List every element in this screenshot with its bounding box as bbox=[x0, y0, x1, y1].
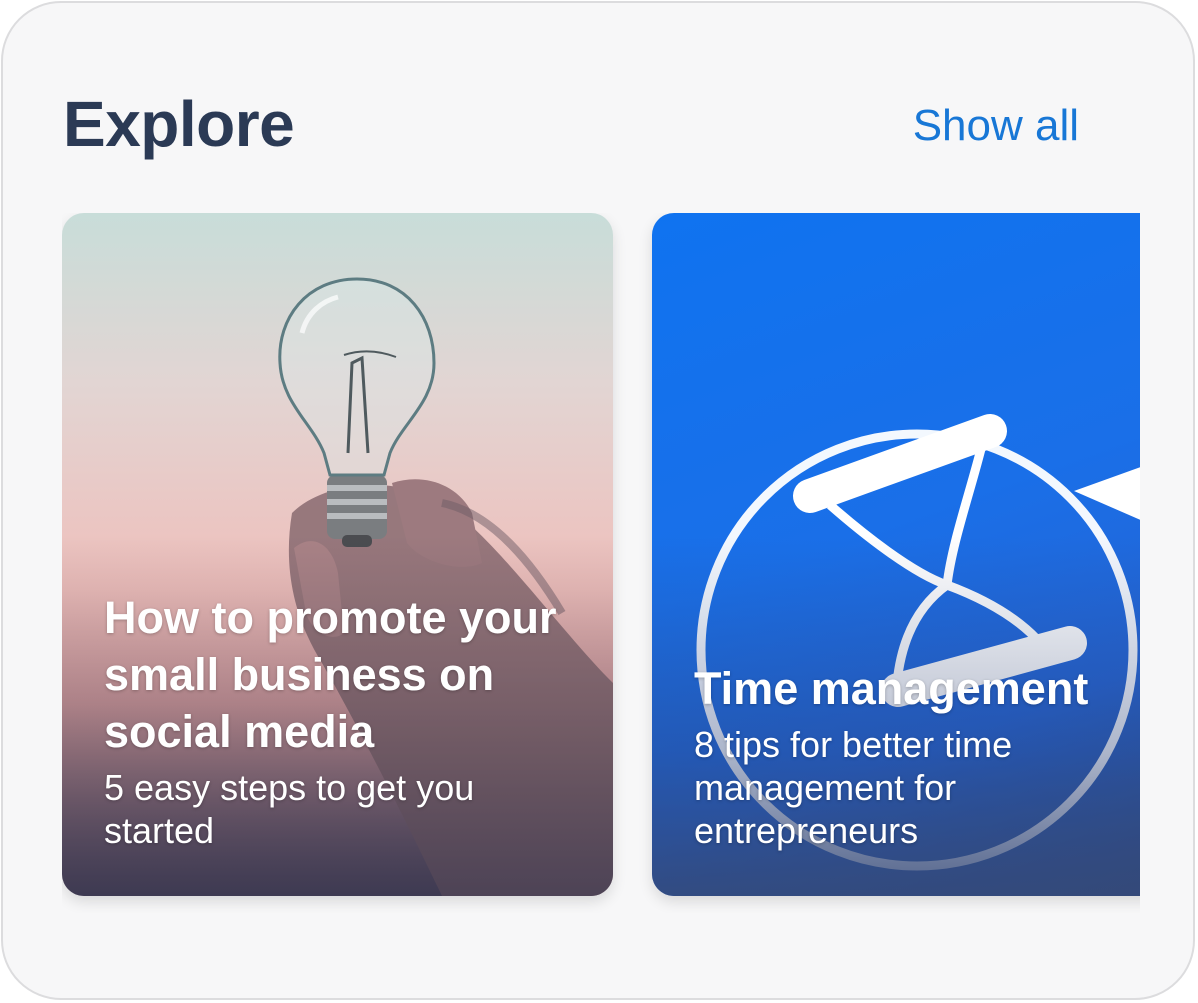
show-all-link[interactable]: Show all bbox=[913, 101, 1079, 151]
explore-panel: Explore Show all How to promote your sma… bbox=[1, 1, 1195, 1000]
section-title: Explore bbox=[63, 88, 295, 160]
card-text-block: Time management 8 tips for better time m… bbox=[694, 660, 1140, 852]
card-text-block: How to promote your small business on so… bbox=[104, 589, 593, 852]
card-title: Time management bbox=[694, 663, 1089, 714]
explore-carousel[interactable]: How to promote your small business on so… bbox=[62, 213, 1140, 913]
card-subtitle: 8 tips for better time management for en… bbox=[694, 724, 1013, 851]
card-subtitle: 5 easy steps to get you started bbox=[104, 767, 475, 851]
card-title: How to promote your small business on so… bbox=[104, 592, 557, 757]
article-card-promote-business[interactable]: How to promote your small business on so… bbox=[62, 213, 613, 896]
article-card-time-management[interactable]: Time management 8 tips for better time m… bbox=[652, 213, 1140, 896]
